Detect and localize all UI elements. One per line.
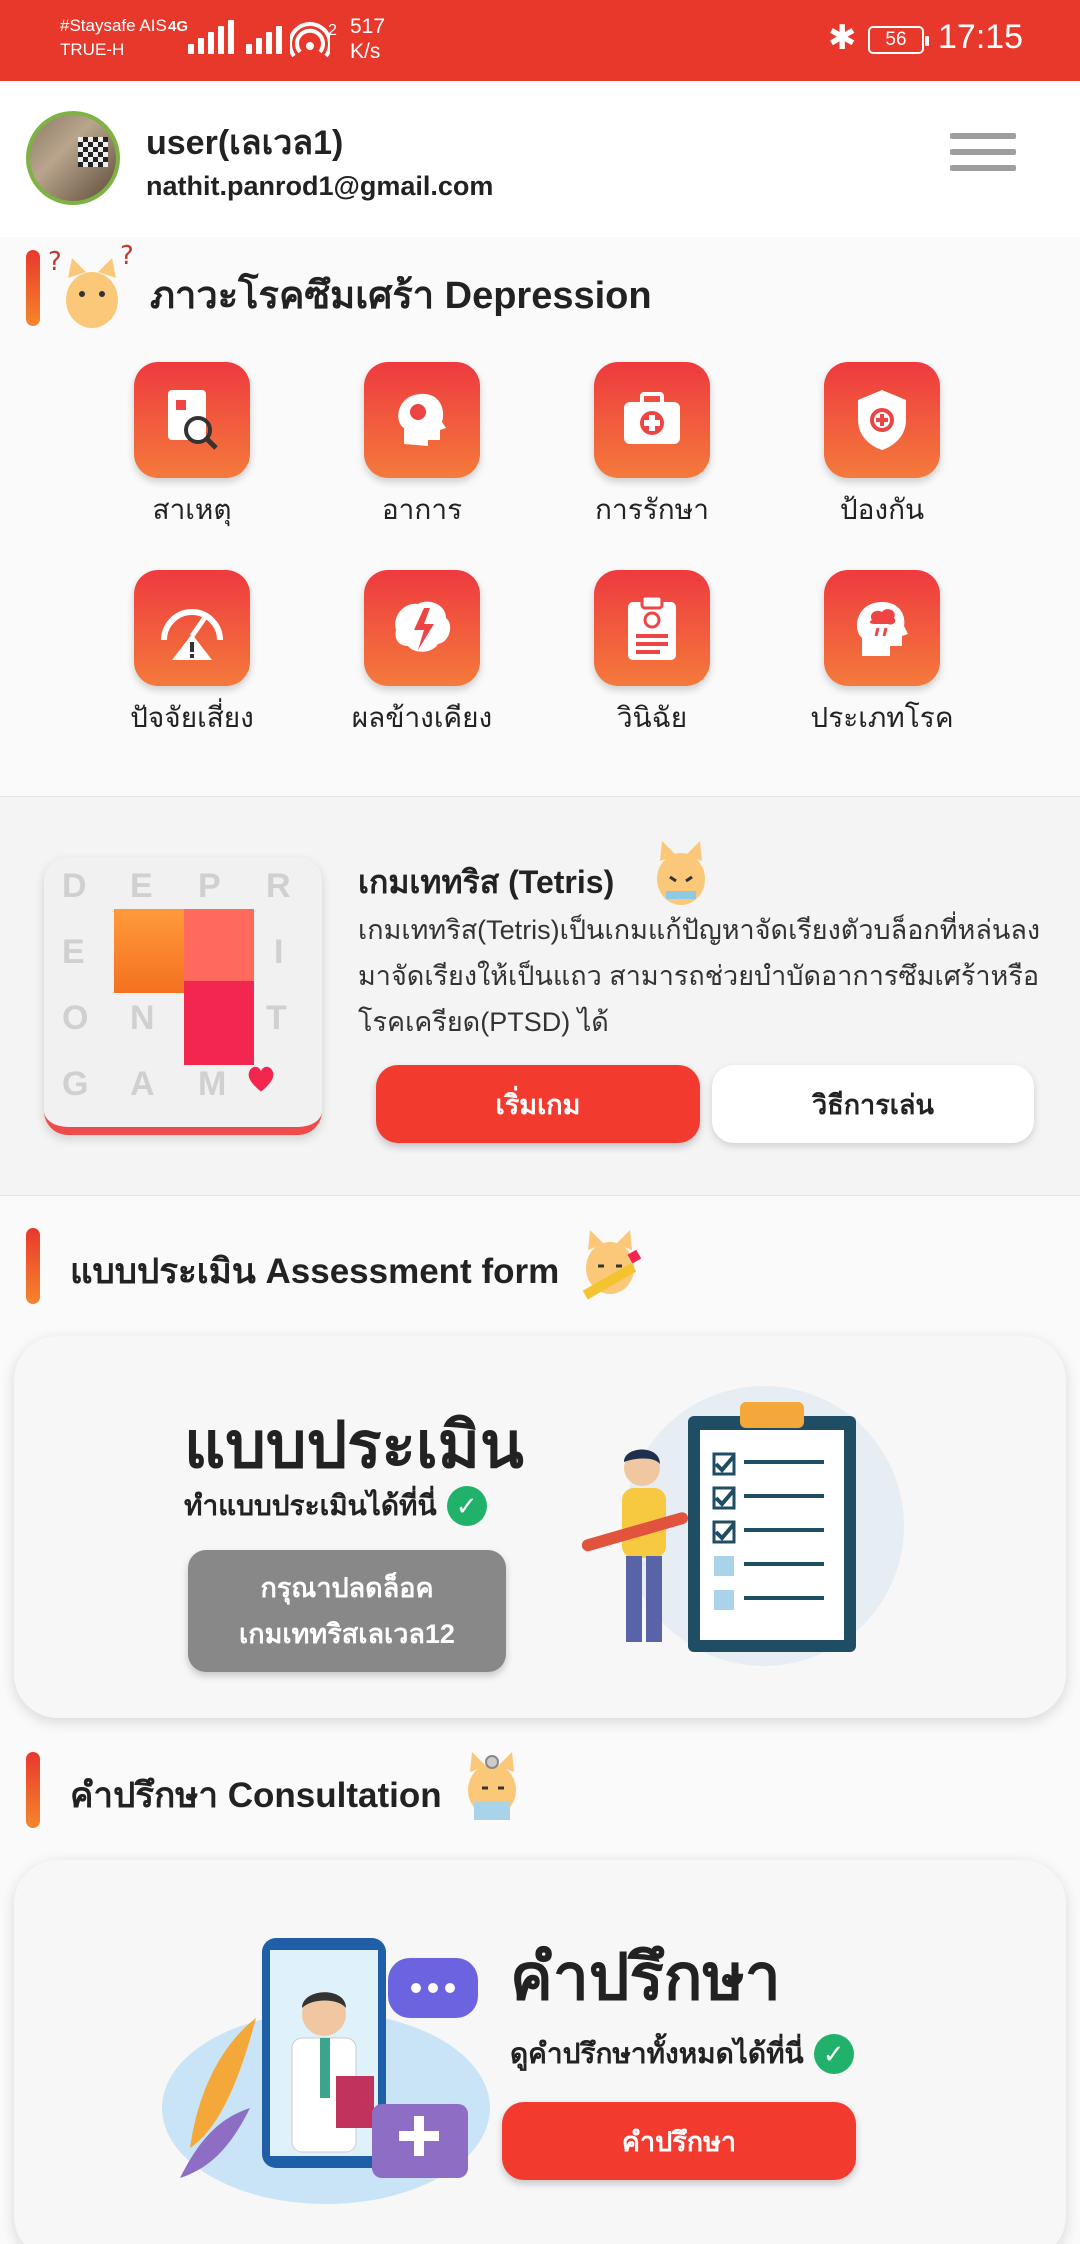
grid-label: ปัจจัยเสี่ยง — [130, 702, 254, 733]
brain-lightning-icon — [364, 570, 480, 686]
network-type: 4G — [168, 18, 189, 35]
tetris-block — [184, 909, 254, 981]
user-email: nathit.panrod1@gmail.com — [146, 171, 494, 201]
grid-item-symptom[interactable]: อาการ — [312, 362, 532, 532]
grid-item-disease-type[interactable]: ประเภทโรค — [772, 570, 992, 740]
carrier-info: #Staysafe AIS TRUE-H — [60, 14, 167, 62]
assessment-card-title: แบบประเมิน — [184, 1409, 524, 1481]
locked-assessment-button[interactable]: กรุณาปลดล็อค เกมเททริสเลเวล12 — [188, 1550, 506, 1672]
doctor-phone-illustration — [162, 1938, 490, 2204]
consultation-card-subtitle: ดูคำปรึกษาทั้งหมดได้ที่นี่ ✓ — [510, 2032, 854, 2076]
grid-label: ป้องกัน — [839, 494, 925, 525]
assessment-card-subtitle: ทำแบบประเมินได้ที่นี่ ✓ — [184, 1484, 487, 1528]
section-accent — [26, 1228, 40, 1304]
consultation-card-title: คำปรึกษา — [510, 1941, 781, 2013]
consultation-section-title: คำปรึกษา Consultation — [70, 1776, 442, 1815]
carrier-line-1: #Staysafe AIS — [60, 16, 167, 35]
head-storm-icon — [824, 570, 940, 686]
bluetooth-icon: ✱ — [828, 19, 857, 57]
clipboard-person-illustration — [581, 1386, 904, 1666]
check-circle-icon: ✓ — [446, 1486, 487, 1526]
cat-mascot-icon: ? ? — [48, 241, 134, 328]
grid-item-cause[interactable]: สาเหตุ — [82, 362, 302, 532]
assessment-card: แบบประเมิน ทำแบบประเมินได้ที่นี่ ✓ กรุณา… — [14, 1336, 1066, 1718]
username: user(เลเวล1) — [146, 124, 344, 162]
assessment-section-title: แบบประเมิน Assessment form — [70, 1252, 560, 1291]
svg-text:?: ? — [48, 247, 62, 277]
gauge-warning-icon — [134, 570, 250, 686]
clipboard-icon — [594, 570, 710, 686]
grid-label: อาการ — [381, 494, 463, 525]
avatar[interactable] — [26, 111, 120, 205]
signal-icon — [188, 20, 234, 54]
check-circle-icon: ✓ — [813, 2034, 854, 2074]
start-game-button[interactable]: เริ่มเกม — [376, 1065, 700, 1143]
section-accent — [26, 250, 40, 326]
battery-icon: 56 — [868, 26, 929, 54]
grid-label: ผลข้างเคียง — [351, 702, 493, 733]
tetris-title: เกมเททริส (Tetris) — [358, 864, 615, 900]
tetris-block — [114, 909, 184, 993]
depression-title: ภาวะโรคซึมเศร้า Depression — [150, 275, 652, 317]
net-speed: 517 K/s — [350, 15, 386, 63]
grid-label: การรักษา — [595, 494, 709, 525]
grid-item-prevention[interactable]: ป้องกัน — [772, 362, 992, 532]
grid-item-treatment[interactable]: การรักษา — [542, 362, 762, 532]
carrier-line-2: TRUE-H — [60, 40, 125, 59]
cat-mascot-icon — [582, 1230, 642, 1300]
head-virus-icon — [364, 362, 480, 478]
tetris-description: เกมเททริส(Tetris)เป็นเกมแก้ปัญหาจัดเรียง… — [358, 915, 1041, 1037]
hamburger-menu-icon[interactable] — [950, 133, 1016, 183]
first-aid-kit-icon — [594, 362, 710, 478]
wifi-index: 2 — [328, 22, 337, 39]
tetris-game-image[interactable]: D E P R E I O N T G A M — [44, 857, 322, 1135]
grid-label: วินิฉัย — [616, 702, 688, 733]
consultation-card: คำปรึกษา ดูคำปรึกษาทั้งหมดได้ที่นี่ ✓ คำ… — [14, 1860, 1066, 2244]
clock: 17:15 — [938, 18, 1024, 56]
cat-mascot-icon — [657, 841, 705, 905]
grid-label: ประเภทโรค — [810, 702, 954, 733]
grid-item-diagnosis[interactable]: วินิฉัย — [542, 570, 762, 740]
grid-label: สาเหตุ — [152, 494, 232, 525]
app-header: user(เลเวล1) nathit.panrod1@gmail.com — [0, 81, 1080, 237]
status-bar: #Staysafe AIS TRUE-H 4G 2 517 K/s ✱ 56 1… — [0, 0, 1080, 81]
svg-text:?: ? — [120, 241, 134, 271]
tetris-block — [184, 981, 254, 1065]
section-accent — [26, 1752, 40, 1828]
shield-icon — [824, 362, 940, 478]
grid-item-side-effect[interactable]: ผลข้างเคียง — [312, 570, 532, 740]
how-to-play-button[interactable]: วิธีการเล่น — [712, 1065, 1034, 1143]
hotspot-icon — [290, 22, 330, 58]
grid-item-risk-factor[interactable]: ปัจจัยเสี่ยง — [82, 570, 302, 740]
tetris-card: D E P R E I O N T G A M เกมเททริส (Tetri… — [0, 796, 1080, 1196]
cat-doctor-mascot-icon — [468, 1752, 516, 1820]
heart-hand-icon — [244, 1061, 274, 1092]
consultation-button[interactable]: คำปรึกษา — [502, 2102, 856, 2180]
signal-icon-2 — [246, 20, 282, 54]
document-search-icon — [134, 362, 250, 478]
